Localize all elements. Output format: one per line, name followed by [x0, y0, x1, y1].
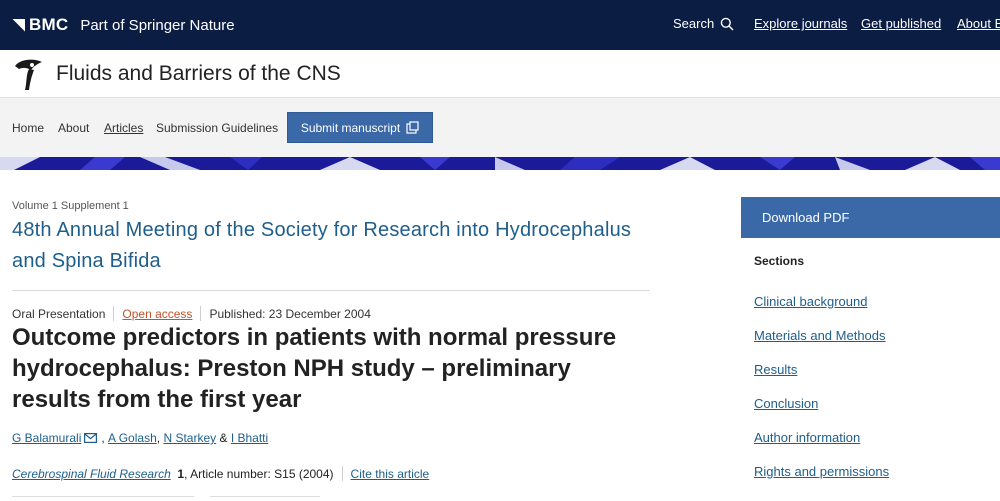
journal-header: Fluids and Barriers of the CNS	[0, 50, 1000, 97]
bmc-logo-text: BMC	[29, 15, 69, 34]
section-link-conclusion[interactable]: Conclusion	[754, 396, 818, 411]
author-link[interactable]: N Starkey	[163, 431, 216, 445]
springer-nature-text: Part of Springer Nature	[80, 16, 235, 34]
author-separator: ,	[156, 431, 161, 445]
search-label: Search	[673, 16, 715, 31]
submit-manuscript-button[interactable]: Submit manuscript	[287, 112, 433, 143]
section-link-clinical-background[interactable]: Clinical background	[754, 294, 867, 309]
nav-articles[interactable]: Articles	[104, 121, 143, 135]
article-title: Outcome predictors in patients with norm…	[12, 324, 617, 413]
journal-title[interactable]: Fluids and Barriers of the CNS	[56, 62, 341, 86]
journal-logo-icon[interactable]	[11, 56, 45, 92]
author-list: G Balamurali , A Golash , N Starkey & I …	[12, 431, 268, 445]
submit-manuscript-label: Submit manuscript	[300, 120, 401, 135]
citation-row: Cerebrospinal Fluid Research 1 , Article…	[12, 466, 429, 481]
section-link-rights-permissions[interactable]: Rights and permissions	[754, 464, 889, 479]
about-bmc-link[interactable]: About BMC	[957, 16, 1000, 31]
bmc-brand[interactable]: BMC Part of Springer Nature	[12, 14, 235, 36]
supplement-title[interactable]: 48th Annual Meeting of the Society for R…	[12, 215, 632, 277]
article-number: , Article number: S15 (2004)	[184, 466, 334, 481]
nav-home[interactable]: Home	[12, 121, 44, 135]
top-bar: BMC Part of Springer Nature Search Explo…	[0, 0, 1000, 50]
nav-submission-guidelines[interactable]: Submission Guidelines	[156, 121, 278, 135]
download-pdf-label: Download PDF	[762, 210, 850, 225]
divider	[12, 496, 194, 497]
volume-number: 1	[177, 466, 185, 481]
divider	[210, 496, 320, 497]
article-meta: Oral Presentation Open access Published:…	[12, 306, 371, 321]
search-icon	[720, 17, 734, 31]
download-pdf-button[interactable]: Download PDF	[741, 197, 1000, 238]
get-published-link[interactable]: Get published	[861, 16, 941, 31]
cite-this-article-link[interactable]: Cite this article	[351, 467, 430, 481]
bmc-logo-icon	[12, 18, 25, 32]
article-type: Oral Presentation	[12, 306, 106, 321]
author-link[interactable]: I Bhatti	[231, 431, 268, 445]
search-button[interactable]: Search	[673, 16, 734, 31]
journal-name-link[interactable]: Cerebrospinal Fluid Research	[12, 467, 171, 481]
section-link-author-information[interactable]: Author information	[754, 430, 860, 445]
explore-journals-link[interactable]: Explore journals	[754, 16, 847, 31]
journal-nav: Home About Articles Submission Guideline…	[0, 97, 1000, 157]
divider	[12, 290, 650, 291]
meta-separator	[113, 306, 115, 321]
envelope-icon[interactable]	[84, 433, 98, 443]
author-separator: ,	[101, 431, 105, 445]
meta-separator	[200, 306, 202, 321]
volume-supplement[interactable]: Volume 1 Supplement 1	[12, 200, 129, 212]
section-link-materials-methods[interactable]: Materials and Methods	[754, 328, 886, 343]
decorative-banner	[0, 157, 1000, 170]
sections-heading: Sections	[754, 254, 805, 268]
author-ampersand: &	[219, 431, 228, 445]
nav-about[interactable]: About	[58, 121, 89, 135]
author-link[interactable]: A Golash	[108, 431, 157, 445]
external-window-icon	[406, 121, 419, 134]
section-link-results[interactable]: Results	[754, 362, 797, 377]
open-access-link[interactable]: Open access	[122, 307, 192, 321]
meta-separator	[341, 466, 343, 481]
author-link[interactable]: G Balamurali	[12, 431, 81, 445]
published-date: Published: 23 December 2004	[209, 306, 371, 321]
